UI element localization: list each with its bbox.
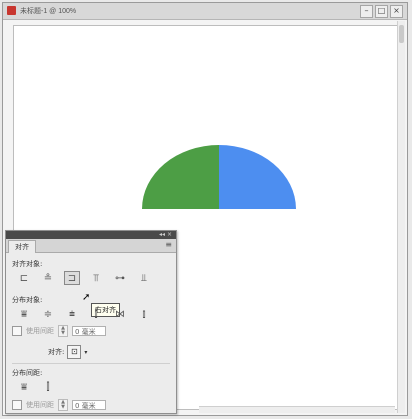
- horizontal-align-center-icon[interactable]: ≗: [40, 271, 56, 285]
- document-title-bar[interactable]: 未标题-1 @ 100% – □ ×: [3, 3, 407, 20]
- horizontal-align-left-icon[interactable]: ⊏: [16, 271, 32, 285]
- horizontal-align-right-icon[interactable]: ⊐: [64, 271, 80, 285]
- align-panel: ◂◂ × 对齐 ≡ 对齐对象: ⊏ ≗ ⊐ ⫪ ⊶ ⫫ ➚ 右对齐 分布对象: …: [5, 230, 177, 414]
- use-spacing-label-2: 使用间距: [26, 401, 54, 409]
- semicircle-artwork[interactable]: [142, 145, 296, 209]
- align-to-label: 对齐:: [48, 348, 65, 356]
- mouse-cursor-icon: ➚: [82, 292, 91, 303]
- app-icon: [7, 6, 16, 15]
- horizontal-distribute-space-icon[interactable]: ⫿: [40, 380, 56, 394]
- chevron-down-icon[interactable]: ▾: [84, 349, 87, 356]
- close-button[interactable]: ×: [390, 5, 403, 18]
- tab-align[interactable]: 对齐: [8, 240, 36, 253]
- horizontal-distribute-right-icon[interactable]: ⫾: [136, 307, 152, 321]
- vertical-distribute-space-icon[interactable]: ⩸: [16, 380, 32, 394]
- vertical-distribute-center-icon[interactable]: ≑: [40, 307, 56, 321]
- panel-menu-icon[interactable]: ≡: [165, 240, 172, 249]
- horizontal-distribute-center-icon[interactable]: ⋈: [112, 307, 128, 321]
- align-to-selection-icon[interactable]: ⊡: [67, 345, 82, 359]
- vertical-align-center-icon[interactable]: ⊶: [112, 271, 128, 285]
- document-title: 未标题-1 @ 100%: [20, 8, 77, 15]
- vertical-align-top-icon[interactable]: ⫪: [88, 271, 104, 285]
- use-spacing-checkbox[interactable]: [12, 326, 22, 336]
- vertical-scroll-thumb[interactable]: [399, 25, 404, 43]
- distribute-spacing-label: 分布间距:: [12, 369, 43, 377]
- spacing-stepper-2[interactable]: ▲ ▼: [58, 399, 68, 411]
- vertical-align-bottom-icon[interactable]: ⫫: [136, 271, 152, 285]
- use-spacing-label: 使用间距: [26, 327, 54, 335]
- spacing-stepper[interactable]: ▲ ▼: [58, 325, 68, 337]
- panel-tab-bar: 对齐 ≡: [6, 239, 176, 253]
- horizontal-scrollbar[interactable]: [199, 406, 395, 413]
- minimize-button[interactable]: –: [360, 5, 373, 18]
- section-divider: [12, 363, 170, 364]
- vertical-distribute-bottom-icon[interactable]: ⩧: [64, 307, 80, 321]
- semicircle-right-half: [219, 145, 296, 209]
- horizontal-distribute-left-icon[interactable]: ⫿: [88, 307, 104, 321]
- vertical-distribute-top-icon[interactable]: ⩸: [16, 307, 32, 321]
- panel-drag-bar[interactable]: ◂◂ ×: [6, 231, 176, 239]
- collapse-icon[interactable]: ◂◂ ×: [159, 232, 172, 238]
- spacing-input[interactable]: 0 毫米: [72, 326, 106, 336]
- vertical-scrollbar[interactable]: [397, 21, 405, 413]
- distribute-objects-label: 分布对象:: [12, 296, 43, 304]
- spacing-input-2[interactable]: 0 毫米: [72, 400, 106, 410]
- use-spacing-checkbox-2[interactable]: [12, 400, 22, 410]
- align-objects-label: 对齐对象:: [12, 260, 43, 268]
- semicircle-left-half: [142, 145, 219, 209]
- maximize-button[interactable]: □: [375, 5, 388, 18]
